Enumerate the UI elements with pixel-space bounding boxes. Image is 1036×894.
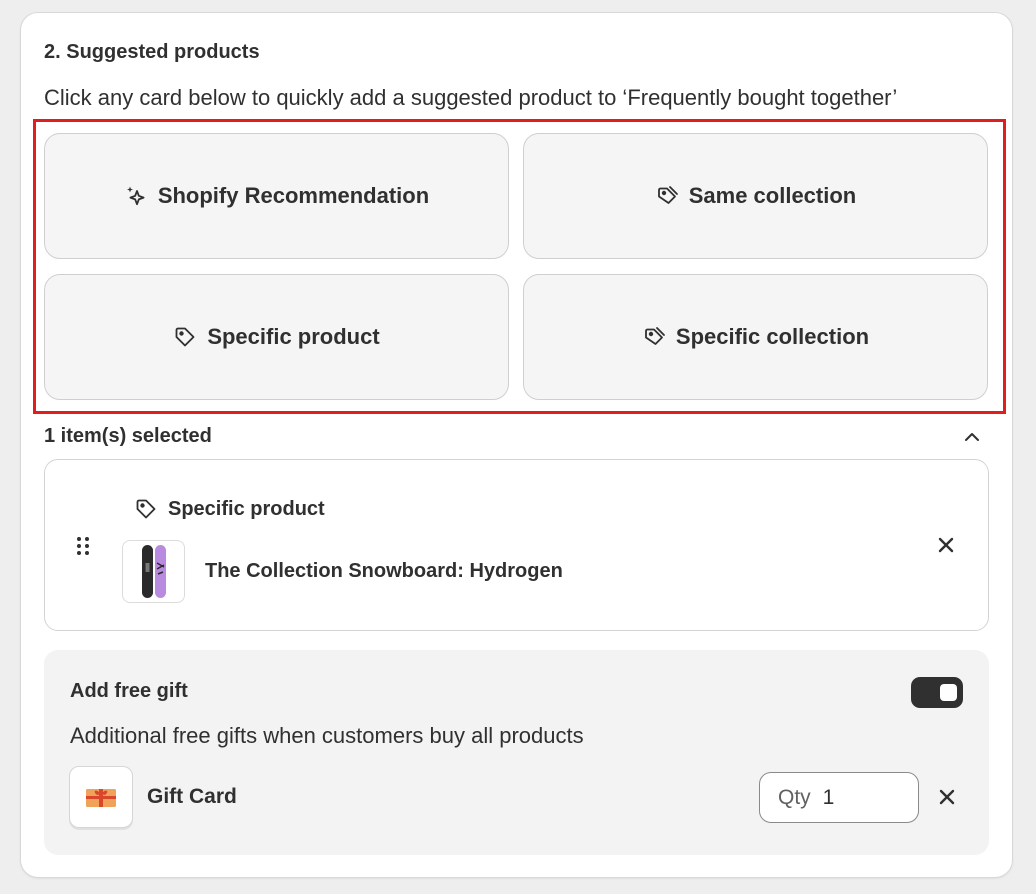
quantity-field[interactable]: Qty (759, 772, 919, 823)
option-card-specific-collection[interactable]: Specific collection (523, 274, 988, 400)
chevron-up-icon[interactable] (960, 426, 984, 448)
tags-icon (657, 186, 678, 204)
tag-icon (175, 327, 195, 347)
option-card-specific-product[interactable]: Specific product (44, 274, 509, 400)
option-label: Specific product (207, 324, 380, 349)
remove-gift-close-icon[interactable] (936, 786, 958, 808)
section-title: 2. Suggested products (44, 41, 260, 63)
selected-count: 1 item(s) selected (44, 425, 212, 447)
option-label: Same collection (688, 183, 857, 208)
selected-item-type-label: Specific product (168, 497, 325, 520)
tag-icon (136, 499, 156, 519)
gift-icon (86, 789, 116, 807)
gift-card-thumbnail (69, 766, 133, 828)
free-gift-description: Additional free gifts when customers buy… (70, 723, 584, 748)
product-name: The Collection Snowboard: Hydrogen (205, 560, 563, 582)
selected-item-type: Specific product (134, 497, 325, 521)
tags-icon (645, 327, 665, 345)
drag-handle-icon[interactable] (74, 535, 94, 557)
selected-item-card (44, 459, 989, 631)
quantity-input[interactable] (822, 785, 893, 810)
free-gift-title: Add free gift (70, 680, 188, 702)
option-label: Shopify Recommendation (157, 183, 430, 208)
gift-name: Gift Card (147, 785, 237, 808)
remove-item-close-icon[interactable] (935, 534, 957, 556)
product-thumbnail (122, 540, 185, 603)
quantity-label: Qty (778, 785, 811, 809)
toggle-knob (940, 684, 957, 701)
sparkle-icon (126, 186, 145, 206)
snowboard-image (142, 545, 166, 598)
section-description: Click any card below to quickly add a su… (44, 85, 898, 110)
option-card-shopify-recommendation[interactable]: Shopify Recommendation (44, 133, 509, 259)
option-label: Specific collection (675, 324, 870, 349)
option-card-same-collection[interactable]: Same collection (523, 133, 988, 259)
free-gift-toggle[interactable] (911, 677, 963, 708)
